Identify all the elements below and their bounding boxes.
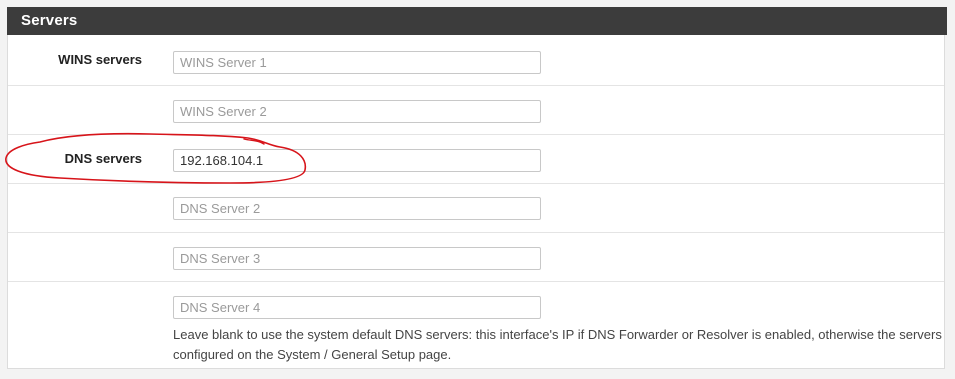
panel-title: Servers	[7, 7, 947, 35]
dns-server-4-input[interactable]	[173, 296, 541, 319]
wins-row-1: WINS servers	[8, 36, 944, 86]
servers-panel: Servers WINS servers DNS servers Leave b…	[7, 7, 947, 369]
dns-help-text: Leave blank to use the system default DN…	[173, 327, 942, 362]
dns-row-2	[8, 184, 944, 233]
wins-row-2	[8, 86, 944, 135]
dns-servers-label: DNS servers	[64, 151, 142, 166]
wins-server-2-input[interactable]	[173, 100, 541, 123]
wins-servers-label: WINS servers	[58, 52, 142, 67]
dns-server-1-input[interactable]	[173, 149, 541, 172]
dns-row-1: DNS servers	[8, 135, 944, 184]
dns-server-3-input[interactable]	[173, 247, 541, 270]
dns-server-2-input[interactable]	[173, 197, 541, 220]
dns-row-3	[8, 233, 944, 282]
wins-server-1-input[interactable]	[173, 51, 541, 74]
